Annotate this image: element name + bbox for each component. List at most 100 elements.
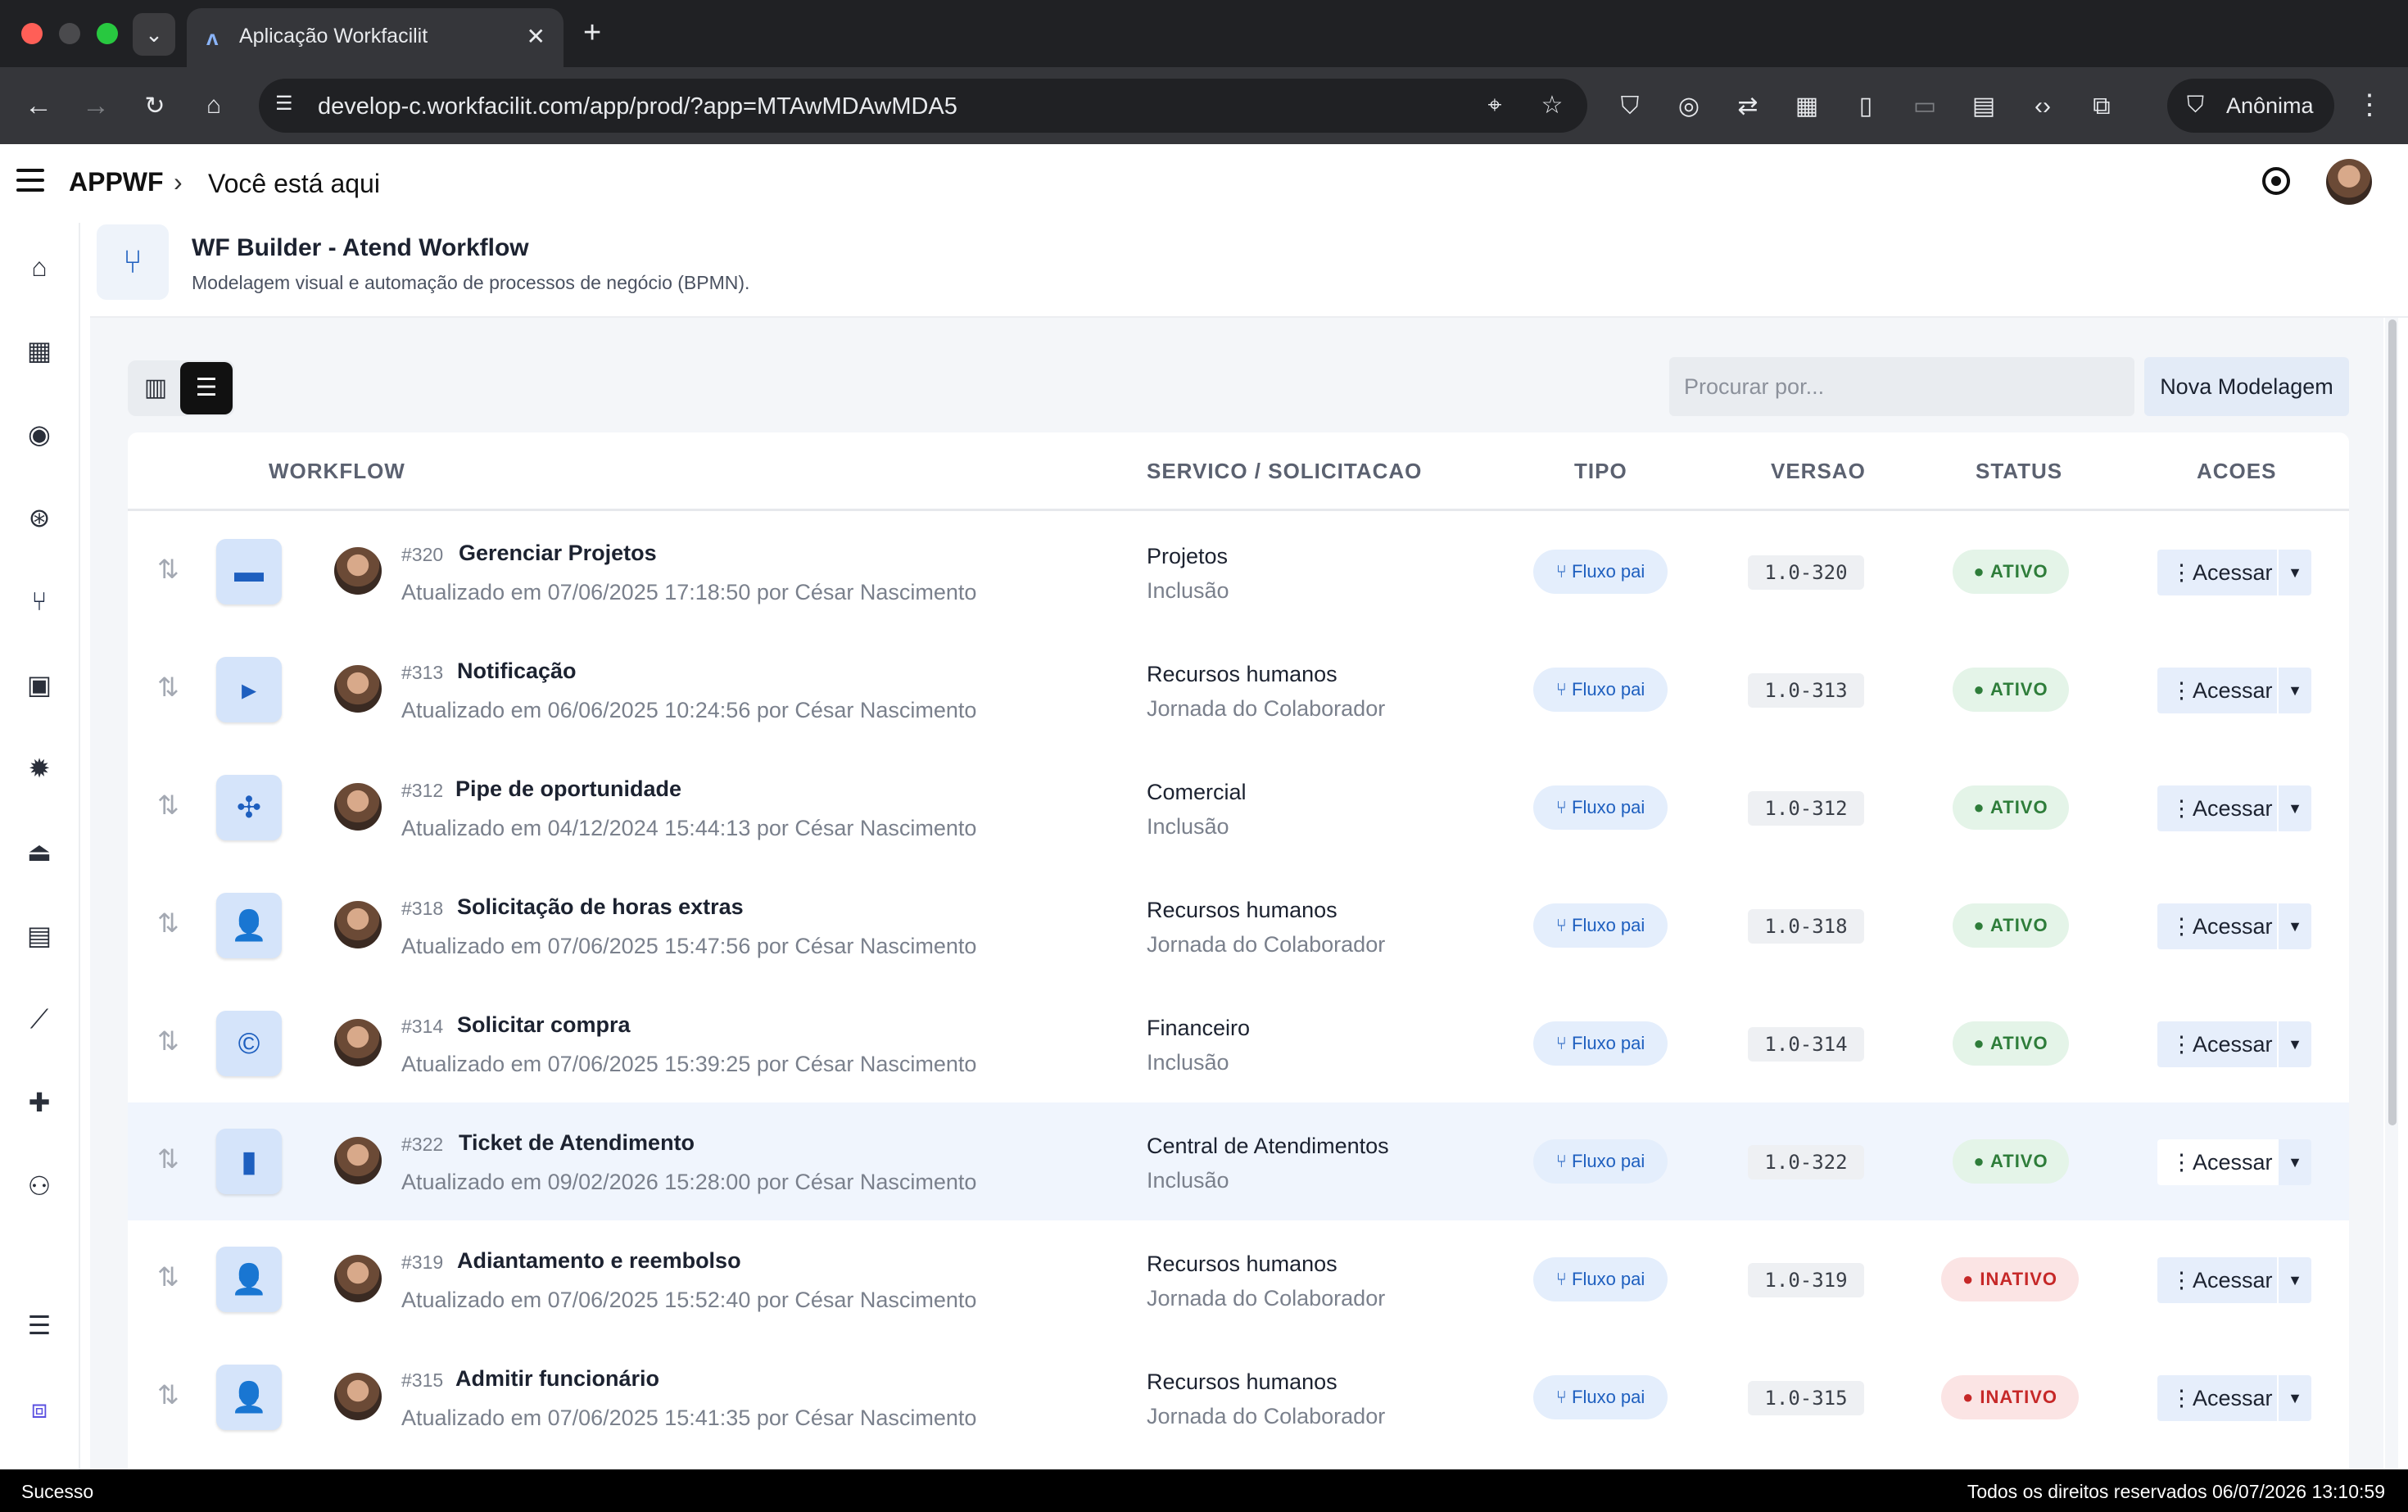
- table-row[interactable]: ⇅ 👤 #315 Admitir funcionário Atualizado …: [128, 1338, 2349, 1456]
- table-row[interactable]: ⇅ 👤 #318 Solicitação de horas extras Atu…: [128, 867, 2349, 985]
- new-tab-button[interactable]: +: [583, 15, 601, 51]
- drag-sort-icon[interactable]: ⇅: [157, 908, 179, 939]
- workflow-name[interactable]: Ticket de Atendimento: [459, 1130, 695, 1156]
- table-row[interactable]: ⇅ ▮ #322 Ticket de Atendimento Atualizad…: [128, 1102, 2349, 1220]
- reload-button[interactable]: ↻: [136, 87, 174, 124]
- workflow-name[interactable]: Notificação: [457, 659, 577, 684]
- sidebar-bot-icon[interactable]: ▣: [23, 668, 56, 701]
- drag-sort-icon[interactable]: ⇅: [157, 790, 179, 821]
- column-tipo[interactable]: TIPO: [1574, 459, 1627, 484]
- window-close-button[interactable]: [21, 23, 43, 44]
- translate-extension-icon[interactable]: ⇄: [1730, 88, 1766, 124]
- tab-search-button[interactable]: ⌄: [133, 13, 175, 56]
- drag-sort-icon[interactable]: ⇅: [157, 1379, 179, 1410]
- drag-sort-icon[interactable]: ⇅: [157, 554, 179, 585]
- bookmark-star-icon[interactable]: ☆: [1537, 90, 1568, 121]
- list-view-icon[interactable]: ☰: [180, 362, 233, 414]
- workflow-name[interactable]: Pipe de oportunidade: [455, 776, 681, 802]
- workflow-name[interactable]: Gerenciar Projetos: [459, 541, 657, 566]
- access-button[interactable]: ⋮Acessar: [2157, 1257, 2277, 1303]
- table-row[interactable]: ⇅ © #314 Solicitar compra Atualizado em …: [128, 985, 2349, 1102]
- address-bar[interactable]: ☰ develop-c.workfacilit.com/app/prod/?ap…: [259, 79, 1587, 133]
- access-button[interactable]: ⋮Acessar: [2157, 903, 2277, 949]
- app-brand[interactable]: APPWF: [69, 167, 164, 197]
- sidebar-forms-icon[interactable]: ▤: [23, 919, 56, 952]
- actions-dropdown-icon[interactable]: ▼: [2277, 1375, 2311, 1421]
- user-avatar[interactable]: [2326, 159, 2372, 205]
- devices-extension-icon[interactable]: ▭: [1907, 88, 1943, 124]
- location-icon[interactable]: ⌖: [1479, 90, 1510, 121]
- access-button[interactable]: ⋮Acessar: [2157, 785, 2277, 831]
- window-minimize-button[interactable]: [59, 23, 80, 44]
- code-extension-icon[interactable]: ‹›: [2025, 88, 2061, 124]
- home-button[interactable]: ⌂: [195, 87, 233, 124]
- table-row[interactable]: ⇅ 👤 #319 Adiantamento e reembolso Atuali…: [128, 1220, 2349, 1338]
- sidebar-puzzle-icon[interactable]: ✚: [23, 1086, 56, 1119]
- profile-button[interactable]: ⛉ Anônima: [2167, 79, 2334, 133]
- browser-menu-icon[interactable]: ⋮: [2356, 88, 2383, 121]
- drag-sort-icon[interactable]: ⇅: [157, 1143, 179, 1175]
- table-row[interactable]: ⇅ ▸ #313 Notificação Atualizado em 06/06…: [128, 631, 2349, 749]
- sidebar-settings-icon[interactable]: ✹: [23, 752, 56, 785]
- tipo-badge: ⑂ Fluxo pai: [1533, 550, 1668, 594]
- new-model-button[interactable]: Nova Modelagem: [2144, 357, 2349, 416]
- version-badge: 1.0-322: [1748, 1145, 1864, 1179]
- sidebar-workflow-icon[interactable]: ⑂: [23, 585, 56, 618]
- actions-dropdown-icon[interactable]: ▼: [2277, 1257, 2311, 1303]
- workflow-name[interactable]: Solicitação de horas extras: [457, 894, 744, 920]
- actions-dropdown-icon[interactable]: ▼: [2277, 1021, 2311, 1067]
- access-button[interactable]: ⋮Acessar: [2157, 1021, 2277, 1067]
- back-button[interactable]: ←: [20, 87, 57, 124]
- hamburger-menu-icon[interactable]: [16, 169, 44, 192]
- workflow-name[interactable]: Adiantamento e reembolso: [457, 1248, 741, 1274]
- sidebar-service-icon[interactable]: ⏏: [23, 835, 56, 868]
- reader-extension-icon[interactable]: ▯: [1848, 88, 1884, 124]
- sidebar-user-icon[interactable]: ◉: [23, 418, 56, 450]
- column-acoes[interactable]: ACOES: [2197, 459, 2276, 484]
- sidebar-handshake-icon[interactable]: ⚇: [23, 1170, 56, 1202]
- board-view-icon[interactable]: ▥: [129, 362, 182, 414]
- actions-dropdown-icon[interactable]: ▼: [2277, 903, 2311, 949]
- focus-target-icon[interactable]: [2262, 167, 2290, 195]
- actions-dropdown-icon[interactable]: ▼: [2277, 550, 2311, 595]
- window-zoom-button[interactable]: [97, 23, 118, 44]
- access-button[interactable]: ⋮Acessar: [2157, 1139, 2277, 1185]
- access-button[interactable]: ⋮Acessar: [2157, 1375, 2277, 1421]
- actions-dropdown-icon[interactable]: ▼: [2277, 1139, 2311, 1185]
- sidebar-toggle-icon[interactable]: ⧈: [23, 1392, 56, 1425]
- drag-sort-icon[interactable]: ⇅: [157, 672, 179, 703]
- incognito-extension-icon[interactable]: ⛉: [1612, 88, 1648, 124]
- browser-tab[interactable]: ʌ Aplicação Workfacilit ✕: [187, 8, 564, 67]
- cast-icon[interactable]: ⧉: [2084, 88, 2120, 124]
- sidebar-database-icon[interactable]: ☰: [23, 1309, 56, 1342]
- workflow-name[interactable]: Solicitar compra: [457, 1012, 631, 1038]
- drag-sort-icon[interactable]: ⇅: [157, 1261, 179, 1292]
- sidebar-home-icon[interactable]: ⌂: [23, 251, 56, 283]
- column-versao[interactable]: VERSAO: [1771, 459, 1866, 484]
- layout-extension-icon[interactable]: ▤: [1966, 88, 2002, 124]
- sidebar-apps-icon[interactable]: ⊛: [23, 501, 56, 534]
- table-row[interactable]: ⇅ ▬ #320 Gerenciar Projetos Atualizado e…: [128, 513, 2349, 631]
- search-input[interactable]: [1669, 357, 2134, 416]
- forward-button[interactable]: →: [77, 87, 115, 124]
- column-servico[interactable]: SERVICO / SOLICITACAO: [1147, 459, 1422, 484]
- status-badge: ● ATIVO: [1953, 903, 2069, 948]
- qr-code-extension-icon[interactable]: ▦: [1789, 88, 1825, 124]
- drag-sort-icon[interactable]: ⇅: [157, 1025, 179, 1057]
- screenshot-extension-icon[interactable]: ◎: [1671, 88, 1707, 124]
- sidebar-dashboard-icon[interactable]: ▦: [23, 334, 56, 367]
- actions-dropdown-icon[interactable]: ▼: [2277, 785, 2311, 831]
- site-info-icon[interactable]: ☰: [275, 92, 303, 120]
- service-name: Recursos humanos: [1147, 898, 1338, 922]
- column-workflow[interactable]: WORKFLOW: [269, 459, 405, 484]
- access-button[interactable]: ⋮Acessar: [2157, 550, 2277, 595]
- scrollbar-thumb[interactable]: [2388, 319, 2397, 1125]
- workflow-name[interactable]: Admitir funcionário: [455, 1366, 659, 1392]
- url-text[interactable]: develop-c.workfacilit.com/app/prod/?app=…: [318, 93, 957, 120]
- tab-close-icon[interactable]: ✕: [527, 23, 545, 50]
- column-status[interactable]: STATUS: [1976, 459, 2062, 484]
- actions-dropdown-icon[interactable]: ▼: [2277, 668, 2311, 713]
- sidebar-chart-icon[interactable]: ⟋: [23, 1003, 56, 1035]
- access-button[interactable]: ⋮Acessar: [2157, 668, 2277, 713]
- table-row[interactable]: ⇅ ✣ #312 Pipe de oportunidade Atualizado…: [128, 749, 2349, 867]
